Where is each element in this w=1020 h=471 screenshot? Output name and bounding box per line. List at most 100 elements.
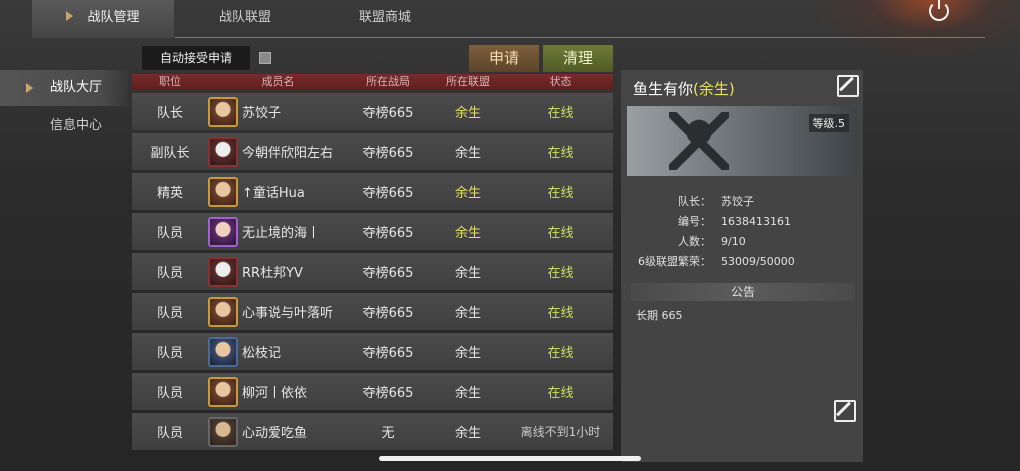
sidebar-item-info-center[interactable]: 信息中心 (0, 108, 128, 144)
member-status: 在线 (547, 106, 574, 121)
member-position: 队长 (156, 106, 183, 121)
avatar[interactable] (208, 336, 238, 367)
member-status: 在线 (547, 266, 574, 281)
member-name: RR杜邦YV (242, 266, 303, 281)
member-position: 精英 (156, 186, 183, 201)
member-name-cell: 松枝记 (208, 336, 348, 367)
member-alliance: 余生 (454, 346, 481, 361)
info-row-leader: 队长： 苏饺子 (621, 192, 863, 212)
avatar[interactable] (208, 176, 238, 207)
info-row-members: 人数： 9/10 (621, 232, 863, 252)
tab-divider (175, 37, 985, 38)
member-zone: 夺榜665 (362, 346, 414, 361)
info-row-prosperity: 6级联盟繁荣： 53009/50000 (621, 252, 863, 272)
member-name-cell: 心动爱吃鱼 (208, 416, 348, 447)
member-alliance: 余生 (454, 386, 481, 401)
member-name-cell: ↑童话Hua (208, 176, 348, 207)
member-status: 在线 (547, 346, 574, 361)
sidebar-item-team-hall[interactable]: 战队大厅 (0, 70, 128, 106)
member-name: 柳河丨依依 (242, 386, 308, 401)
avatar[interactable] (208, 256, 238, 287)
tab-alliance-shop[interactable]: 联盟商城 (330, 0, 440, 38)
member-name: 松枝记 (242, 346, 282, 361)
member-position: 队员 (156, 386, 183, 401)
info-value: 苏饺子 (721, 195, 754, 208)
member-table: 职位 成员名 所在战局 所在联盟 状态 队长 苏饺子 夺榜665 余生 在线 副… (132, 74, 613, 450)
table-row[interactable]: 队员 心动爱吃鱼 无 余生 离线不到1小时 (132, 413, 613, 450)
member-alliance: 余生 (454, 186, 481, 201)
avatar[interactable] (208, 296, 238, 327)
team-info-panel: 鱼生有你(余生) 等级.5 队长： 苏饺子 编号： 1638413161 人数：… (621, 70, 863, 462)
team-name: 鱼生有你 (633, 80, 694, 98)
member-status: 在线 (547, 306, 574, 321)
member-position: 队员 (156, 226, 183, 241)
member-position: 副队长 (150, 146, 190, 161)
member-name-cell: 柳河丨依依 (208, 376, 348, 407)
member-name-cell: RR杜邦YV (208, 256, 348, 287)
avatar[interactable] (208, 216, 238, 247)
member-name: 苏饺子 (242, 106, 282, 121)
table-row[interactable]: 队员 RR杜邦YV 夺榜665 余生 在线 (132, 253, 613, 290)
active-arrow-icon (66, 11, 74, 21)
active-arrow-icon (26, 83, 33, 93)
auto-accept-label: 自动接受申请 (142, 46, 250, 70)
apply-button[interactable]: 申请 (469, 45, 539, 72)
info-row-id: 编号： 1638413161 (621, 212, 863, 232)
home-indicator[interactable] (379, 456, 641, 461)
tab-team-alliance[interactable]: 战队联盟 (190, 0, 300, 38)
header-name: 成员名 (261, 75, 295, 88)
header-position: 职位 (159, 75, 181, 88)
table-row[interactable]: 副队长 今朝伴欣阳左右 夺榜665 余生 在线 (132, 133, 613, 170)
avatar[interactable] (208, 96, 238, 127)
team-alliance-tag: (余生) (693, 80, 735, 98)
avatar[interactable] (208, 136, 238, 167)
info-value: 9/10 (721, 235, 746, 248)
member-zone: 夺榜665 (362, 106, 414, 121)
header-zone: 所在战局 (366, 75, 410, 88)
member-name: ↑童话Hua (242, 186, 305, 201)
table-header: 职位 成员名 所在战局 所在联盟 状态 (132, 74, 613, 90)
member-alliance: 余生 (454, 426, 481, 441)
member-zone: 夺榜665 (362, 226, 414, 241)
avatar[interactable] (208, 376, 238, 407)
member-status: 在线 (547, 386, 574, 401)
tab-team-management[interactable]: 战队管理 (32, 0, 174, 38)
member-name-cell: 今朝伴欣阳左右 (208, 136, 348, 167)
member-zone: 无 (381, 426, 395, 441)
table-row[interactable]: 队员 无止境的海丨 夺榜665 余生 在线 (132, 213, 613, 250)
skull-emblem-icon (669, 112, 729, 170)
notice-title: 公告 (631, 283, 855, 301)
member-status: 离线不到1小时 (520, 425, 601, 439)
member-status: 在线 (547, 146, 574, 161)
notice-text: 长期 665 (636, 309, 683, 322)
clear-button[interactable]: 清理 (543, 45, 613, 72)
avatar[interactable] (208, 416, 238, 447)
header-status: 状态 (549, 75, 572, 88)
header-alliance: 所在联盟 (446, 75, 490, 88)
member-name: 心事说与叶落听 (242, 306, 334, 321)
table-row[interactable]: 队员 心事说与叶落听 夺榜665 余生 在线 (132, 293, 613, 330)
auto-accept-checkbox[interactable] (259, 52, 271, 64)
table-row[interactable]: 队员 柳河丨依依 夺榜665 余生 在线 (132, 373, 613, 410)
edit-name-icon[interactable] (837, 75, 859, 97)
power-icon[interactable] (929, 0, 949, 21)
table-row[interactable]: 精英 ↑童话Hua 夺榜665 余生 在线 (132, 173, 613, 210)
table-row[interactable]: 队长 苏饺子 夺榜665 余生 在线 (132, 93, 613, 130)
member-alliance: 余生 (454, 306, 481, 321)
member-name: 今朝伴欣阳左右 (242, 146, 334, 161)
top-tab-bar: 战队管理 战队联盟 联盟商城 (0, 0, 1020, 38)
member-position: 队员 (156, 426, 183, 441)
info-key: 队长： (678, 195, 711, 208)
member-zone: 夺榜665 (362, 386, 414, 401)
member-position: 队员 (156, 346, 183, 361)
edit-notice-icon[interactable] (834, 400, 856, 422)
member-status: 在线 (547, 226, 574, 241)
member-name: 心动爱吃鱼 (242, 426, 308, 441)
info-value: 53009/50000 (721, 255, 795, 268)
info-key: 编号： (678, 215, 711, 228)
table-row[interactable]: 队员 松枝记 夺榜665 余生 在线 (132, 333, 613, 370)
member-position: 队员 (156, 306, 183, 321)
member-name-cell: 无止境的海丨 (208, 216, 348, 247)
member-alliance: 余生 (454, 226, 481, 241)
member-zone: 夺榜665 (362, 146, 414, 161)
